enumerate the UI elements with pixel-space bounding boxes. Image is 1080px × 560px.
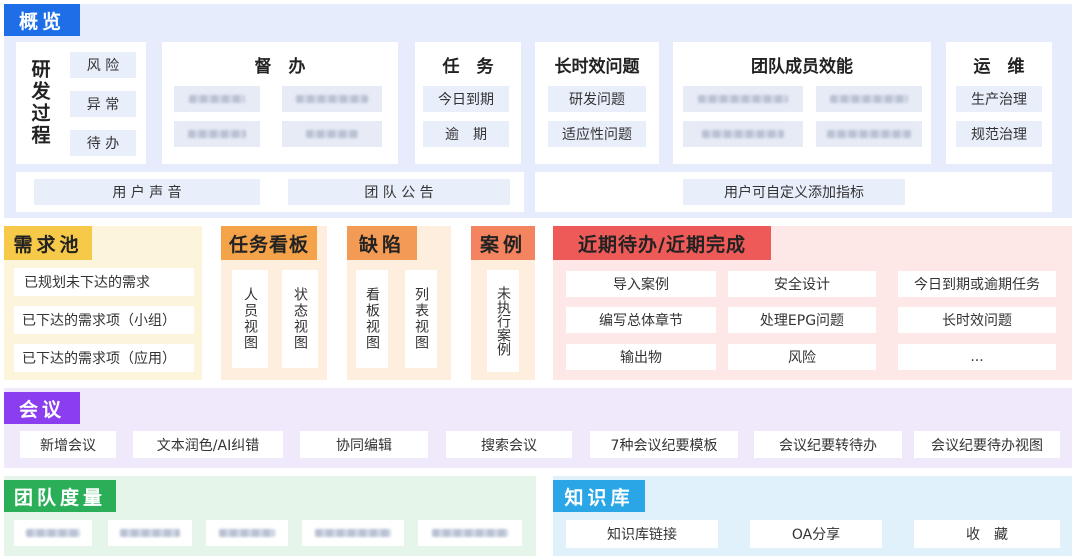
metric-blurred-item-1[interactable] — [14, 520, 92, 546]
board-view-item[interactable]: 看板视图 — [356, 270, 388, 368]
meeting-item-to-todo[interactable]: 会议纪要转待办 — [754, 431, 902, 458]
list-view-item[interactable]: 列表视图 — [405, 270, 437, 368]
team-metric-tag: 团队度量 — [4, 480, 116, 512]
efficiency-blurred-item-3[interactable] — [683, 121, 803, 147]
team-efficiency-title: 团队成员效能 — [751, 56, 853, 77]
overview-tag: 概览 — [4, 4, 80, 36]
efficiency-blurred-item-1[interactable] — [683, 86, 803, 112]
recent-item-output[interactable]: 输出物 — [566, 344, 716, 370]
supervise-blurred-item-2[interactable] — [282, 86, 382, 112]
metric-blurred-item-5[interactable] — [418, 520, 522, 546]
recent-item-due-today[interactable]: 今日到期或逾期任务 — [898, 271, 1056, 297]
status-view-item[interactable]: 状态视图 — [282, 270, 318, 368]
demand-item-app[interactable]: 已下达的需求项（应用） — [14, 344, 194, 372]
metric-blurred-item-4[interactable] — [302, 520, 404, 546]
demand-item-planned[interactable]: 已规划未下达的需求 — [14, 268, 194, 296]
standard-governance-item[interactable]: 规范治理 — [956, 121, 1042, 147]
metric-blurred-item-2[interactable] — [108, 520, 192, 546]
custom-metric-item[interactable]: 用户可自定义添加指标 — [683, 179, 905, 205]
oa-share-item[interactable]: OA分享 — [750, 520, 882, 548]
meeting-item-ai-polish[interactable]: 文本润色/AI纠错 — [133, 431, 283, 458]
supervise-title: 督 办 — [254, 56, 306, 77]
recent-item-security-design[interactable]: 安全设计 — [728, 271, 876, 297]
ops-title: 运 维 — [973, 56, 1025, 77]
rd-todo-item[interactable]: 待 办 — [70, 130, 136, 156]
knowledge-link-item[interactable]: 知识库链接 — [566, 520, 718, 548]
case-tag: 案例 — [471, 226, 535, 260]
meeting-item-templates[interactable]: 7种会议纪要模板 — [590, 431, 738, 458]
rd-exception-item[interactable]: 异 常 — [70, 91, 136, 117]
meeting-item-search[interactable]: 搜索会议 — [446, 431, 572, 458]
recent-item-write-chapter[interactable]: 编写总体章节 — [566, 307, 716, 333]
supervise-blurred-item-3[interactable] — [174, 121, 260, 147]
supervise-blurred-item-4[interactable] — [282, 121, 382, 147]
recent-item-epg-issue[interactable]: 处理EPG问题 — [728, 307, 876, 333]
task-due-today-item[interactable]: 今日到期 — [423, 86, 509, 112]
person-view-item[interactable]: 人员视图 — [232, 270, 268, 368]
favorites-item[interactable]: 收 藏 — [914, 520, 1060, 548]
demand-pool-tag: 需求池 — [4, 226, 92, 260]
meeting-item-new[interactable]: 新增会议 — [20, 431, 116, 458]
recent-tag: 近期待办/近期完成 — [553, 226, 771, 260]
recent-item-more[interactable]: ... — [898, 344, 1056, 370]
team-notice-item[interactable]: 团 队 公 告 — [288, 179, 510, 205]
recent-item-long-issue[interactable]: 长时效问题 — [898, 307, 1056, 333]
meeting-item-todo-view[interactable]: 会议纪要待办视图 — [914, 431, 1060, 458]
recent-item-import-case[interactable]: 导入案例 — [566, 271, 716, 297]
long-issue-title: 长时效问题 — [554, 56, 640, 77]
defect-tag: 缺陷 — [347, 226, 417, 260]
rd-issue-item[interactable]: 研发问题 — [548, 86, 646, 112]
metric-blurred-item-3[interactable] — [206, 520, 288, 546]
production-governance-item[interactable]: 生产治理 — [956, 86, 1042, 112]
unexecuted-case-item[interactable]: 未执行案例 — [487, 270, 519, 372]
efficiency-blurred-item-4[interactable] — [816, 121, 922, 147]
adaptability-issue-item[interactable]: 适应性问题 — [548, 121, 646, 147]
meeting-item-coedit[interactable]: 协同编辑 — [300, 431, 428, 458]
recent-item-risk[interactable]: 风险 — [728, 344, 876, 370]
rd-risk-item[interactable]: 风 险 — [70, 52, 136, 78]
task-board-tag: 任务看板 — [221, 226, 317, 260]
supervise-blurred-item-1[interactable] — [174, 86, 260, 112]
demand-item-group[interactable]: 已下达的需求项（小组） — [14, 306, 194, 334]
knowledge-tag: 知识库 — [553, 480, 645, 512]
task-overdue-item[interactable]: 逾 期 — [423, 121, 509, 147]
meeting-tag: 会议 — [4, 392, 80, 424]
rd-process-title: 研发过程 — [28, 59, 51, 147]
user-voice-item[interactable]: 用 户 声 音 — [34, 179, 260, 205]
task-title: 任 务 — [442, 56, 494, 77]
efficiency-blurred-item-2[interactable] — [816, 86, 922, 112]
